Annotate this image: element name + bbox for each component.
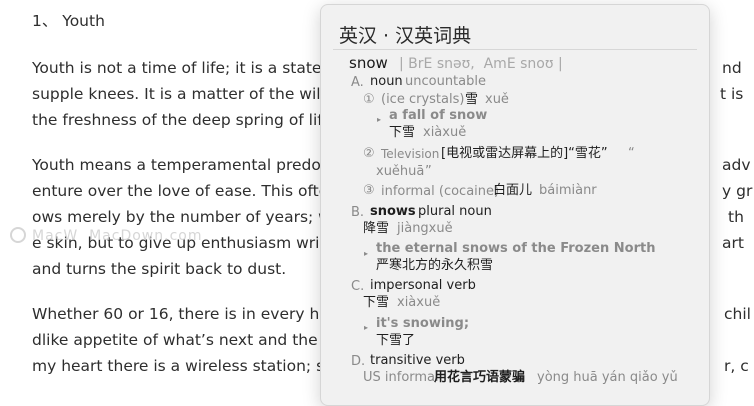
- document-heading: 1、 Youth: [32, 12, 105, 30]
- paragraph-line-fragment: r, c: [724, 357, 749, 375]
- sense-label: D.: [351, 354, 366, 369]
- translation: 下雪: [363, 295, 390, 310]
- part-of-speech: transitive verb: [370, 353, 465, 368]
- example-en: it's snowing;: [376, 316, 470, 331]
- watermark-logo-icon: [10, 227, 26, 243]
- sense-gloss: informal (cocaine): [381, 184, 500, 199]
- translation: 降雪: [363, 221, 390, 236]
- example-pinyin: xiàxuě: [423, 125, 467, 140]
- sense-number: ①: [363, 92, 375, 107]
- example-zh: 严寒北方的永久积雪: [376, 258, 494, 273]
- example-en: the eternal snows of the Frozen North: [376, 241, 656, 256]
- sense-number: ③: [363, 183, 375, 198]
- grammar-note: plural noun: [418, 204, 492, 219]
- translation: 用花言巧语蒙骗: [434, 370, 526, 385]
- example-bullet-icon: ▸: [364, 249, 369, 258]
- paragraph-line: the freshness of the deep spring of life: [32, 111, 333, 129]
- part-of-speech: snows: [370, 204, 416, 219]
- example-zh: 下雪: [389, 125, 416, 140]
- sense-domain: Television: [381, 147, 440, 161]
- paragraph-line: Youth means a temperamental predom: [32, 156, 336, 174]
- sense-label: B.: [351, 205, 365, 220]
- example-en: a fall of snow: [389, 108, 488, 123]
- watermark: MacW MacDown.com: [10, 227, 201, 292]
- sense-gloss: (ice crystals): [381, 92, 465, 107]
- paragraph-line-fragment: nd: [722, 59, 742, 77]
- translation: 白面儿: [493, 183, 533, 198]
- headword: snow: [349, 54, 388, 72]
- paragraph-line-fragment: adv: [722, 156, 751, 174]
- pronunciation: | BrE snəʊ, AmE snoʊ |: [399, 56, 563, 72]
- pinyin: xuě: [485, 92, 509, 107]
- paragraph-line: Whether 60 or 16, there is in every hun: [32, 305, 339, 323]
- close-quote: ”: [425, 164, 432, 179]
- paragraph-line-fragment: th: [728, 208, 744, 226]
- paragraph-line: ows merely by the number of years; we: [32, 208, 341, 226]
- part-of-speech: impersonal verb: [370, 278, 476, 293]
- example-zh: 下雪了: [376, 333, 416, 348]
- paragraph-line: dlike appetite of what’s next and the jo: [32, 331, 337, 349]
- dictionary-title: 英汉 · 汉英词典: [339, 25, 472, 47]
- part-of-speech: noun: [370, 74, 403, 89]
- paragraph-line: my heart there is a wireless station; so: [32, 357, 334, 375]
- example-bullet-icon: ▸: [364, 323, 369, 332]
- paragraph-line: supple knees. It is a matter of the will…: [32, 85, 330, 103]
- paragraph-line-fragment: chil: [724, 305, 751, 323]
- pinyin: xiàxuě: [397, 295, 441, 310]
- paragraph-line: Youth is not a time of life; it is a sta…: [32, 59, 322, 77]
- pinyin: xuěhuā: [376, 164, 425, 179]
- dictionary-popup[interactable]: 英汉 · 汉英词典 snow | BrE snəʊ, AmE snoʊ | A.…: [320, 4, 710, 406]
- register-label: US informal: [363, 370, 439, 385]
- pinyin: yòng huā yán qiǎo yǔ: [537, 370, 678, 385]
- pinyin: báimiànr: [539, 183, 597, 198]
- translation: 雪: [465, 92, 479, 107]
- watermark-text: MacW MacDown.com: [32, 228, 203, 244]
- title-divider: [333, 49, 697, 50]
- paragraph-line-fragment: art: [722, 234, 744, 252]
- paragraph-line: and turns the spirit back to dust.: [32, 260, 287, 278]
- sense-number: ②: [363, 146, 375, 161]
- grammar-note: uncountable: [405, 74, 486, 89]
- pinyin: jiàngxuě: [397, 221, 453, 236]
- paragraph-line: enture over the love of ease. This ofter: [32, 182, 335, 200]
- paragraph-line-fragment: t is: [720, 85, 744, 103]
- example-bullet-icon: ▸: [377, 115, 382, 124]
- open-quote: “: [628, 146, 635, 161]
- translation: [电视或雷达屏幕上的]“雪花”: [441, 146, 608, 161]
- sense-label: A.: [351, 75, 364, 90]
- paragraph-line-fragment: y gr: [722, 182, 753, 200]
- sense-label: C.: [351, 279, 365, 294]
